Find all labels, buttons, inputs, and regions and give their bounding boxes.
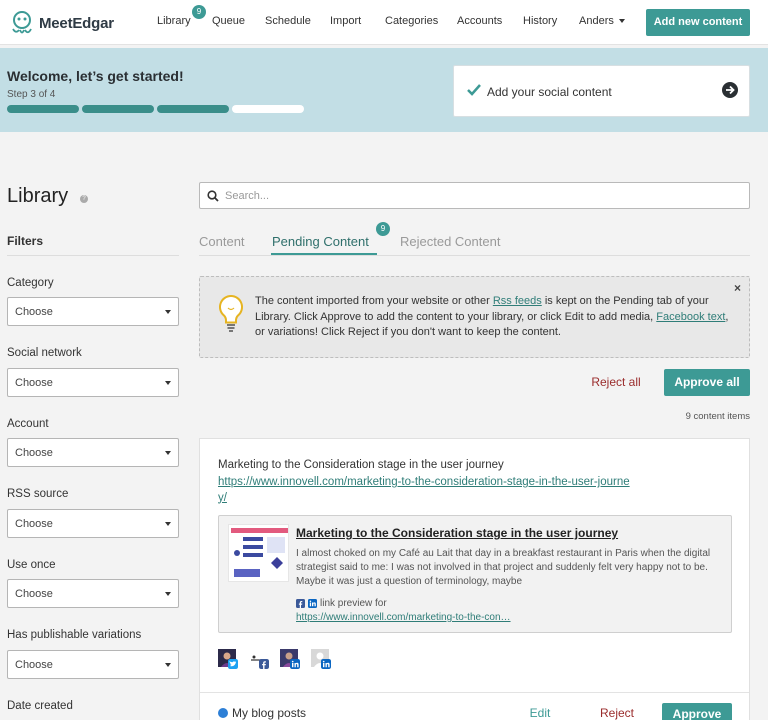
account-linkedin-page[interactable]	[280, 649, 300, 669]
rss-feeds-link[interactable]: Rss feeds	[493, 295, 542, 307]
nav-accounts[interactable]: Accounts	[457, 15, 502, 27]
progress-segment	[232, 105, 304, 113]
active-tab-indicator	[271, 253, 377, 255]
nav-library[interactable]: Library	[157, 15, 191, 27]
lightbulb-icon	[219, 294, 243, 332]
account-select[interactable]: Choose	[7, 438, 179, 467]
divider	[7, 255, 179, 256]
nav-history[interactable]: History	[523, 15, 557, 27]
logo[interactable]: MeetEdgar	[8, 9, 114, 37]
chevron-down-icon	[165, 522, 171, 526]
logo-text: MeetEdgar	[39, 14, 114, 32]
preview-description: I almost choked on my Café au Lait that …	[296, 548, 711, 587]
preview-link[interactable]: https://www.innovell.com/marketing-to-th…	[296, 612, 511, 623]
facebook-text-link[interactable]: Facebook text	[656, 311, 725, 323]
category-select[interactable]: Choose	[7, 297, 179, 326]
account-linkedin-profile[interactable]	[311, 649, 331, 669]
chevron-down-icon	[165, 451, 171, 455]
add-new-content-button[interactable]: Add new content	[646, 9, 750, 36]
facebook-icon	[259, 659, 269, 669]
account-twitter[interactable]	[218, 649, 238, 669]
use-once-select[interactable]: Choose	[7, 579, 179, 608]
octopus-logo-icon	[12, 11, 32, 34]
preview-image-icon	[231, 528, 288, 577]
reject-all-button[interactable]: Reject all	[580, 369, 652, 395]
page-title: Library	[7, 185, 69, 207]
pending-count-badge: 9	[376, 222, 390, 236]
progress-segment	[157, 105, 229, 113]
checkmark-icon	[467, 84, 481, 96]
chevron-down-icon	[165, 381, 171, 385]
content-text: Marketing to the Consideration stage in …	[218, 459, 504, 471]
search-box	[199, 182, 750, 209]
progress-segment	[82, 105, 154, 113]
linkedin-icon	[290, 659, 300, 669]
publishable-variations-select[interactable]: Choose	[7, 650, 179, 679]
linkedin-icon	[308, 599, 317, 608]
account-facebook[interactable]	[249, 649, 269, 669]
link-preview-label: link preview for	[296, 598, 387, 609]
welcome-step: Step 3 of 4	[7, 89, 56, 100]
filters-title: Filters	[7, 234, 44, 248]
rss-source-select[interactable]: Choose	[7, 509, 179, 538]
pending-info-box: The content imported from your website o…	[199, 276, 750, 358]
content-url-link[interactable]: https://www.innovell.com/marketing-to-th…	[218, 475, 638, 506]
category-name: My blog posts	[232, 706, 307, 720]
task-text: Add your social content	[487, 85, 612, 99]
approve-button[interactable]: Approve	[662, 703, 732, 720]
social-accounts	[218, 649, 331, 669]
chevron-down-icon	[165, 663, 171, 667]
onboarding-progress	[7, 105, 304, 113]
approve-all-button[interactable]: Approve all	[664, 369, 750, 396]
tab-pending-content[interactable]: Pending Content	[272, 234, 369, 249]
user-menu[interactable]: Anders	[579, 15, 625, 27]
link-preview[interactable]: Marketing to the Consideration stage in …	[218, 515, 732, 633]
task-card-add-social-content[interactable]: Add your social content	[453, 65, 750, 117]
tab-content[interactable]: Content	[199, 234, 245, 249]
social-network-select[interactable]: Choose	[7, 368, 179, 397]
user-name: Anders	[579, 15, 614, 27]
help-icon[interactable]: ?	[80, 195, 88, 203]
filter-label-social-network: Social network	[7, 347, 82, 359]
reject-button[interactable]: Reject	[595, 704, 639, 720]
close-icon[interactable]: ×	[734, 281, 741, 295]
chevron-down-icon	[165, 592, 171, 596]
filter-label-category: Category	[7, 277, 54, 289]
filter-label-date-created: Date created	[7, 700, 73, 712]
search-input[interactable]	[225, 187, 735, 205]
edit-button[interactable]: Edit	[522, 704, 558, 720]
filter-label-rss-source: RSS source	[7, 488, 69, 500]
nav-library-badge: 9	[192, 5, 206, 19]
top-nav: MeetEdgar Library 9 Queue Schedule Impor…	[0, 0, 768, 45]
search-icon	[207, 190, 219, 202]
arrow-right-circle-icon[interactable]	[721, 81, 739, 99]
pending-content-card: Marketing to the Consideration stage in …	[199, 438, 750, 720]
nav-schedule[interactable]: Schedule	[265, 15, 311, 27]
tabs-divider	[199, 255, 750, 256]
divider	[200, 692, 749, 693]
pending-info-text: The content imported from your website o…	[255, 295, 729, 338]
filter-label-account: Account	[7, 418, 49, 430]
content-items-count: 9 content items	[685, 411, 750, 422]
onboarding-banner: Welcome, let’s get started! Step 3 of 4 …	[0, 48, 768, 132]
chevron-down-icon	[165, 310, 171, 314]
facebook-icon	[296, 599, 305, 608]
chevron-down-icon	[618, 19, 625, 24]
nav-queue[interactable]: Queue	[212, 15, 245, 27]
progress-segment	[7, 105, 79, 113]
nav-import[interactable]: Import	[330, 15, 361, 27]
tab-rejected-content[interactable]: Rejected Content	[400, 234, 500, 249]
preview-thumbnail	[228, 524, 289, 582]
welcome-title: Welcome, let’s get started!	[7, 68, 184, 84]
preview-title[interactable]: Marketing to the Consideration stage in …	[296, 526, 618, 540]
filter-label-use-once: Use once	[7, 559, 56, 571]
category-color-dot	[218, 708, 228, 718]
filter-label-publishable-variations: Has publishable variations	[7, 629, 142, 641]
nav-categories[interactable]: Categories	[385, 15, 438, 27]
linkedin-icon	[321, 659, 331, 669]
twitter-icon	[228, 659, 238, 669]
